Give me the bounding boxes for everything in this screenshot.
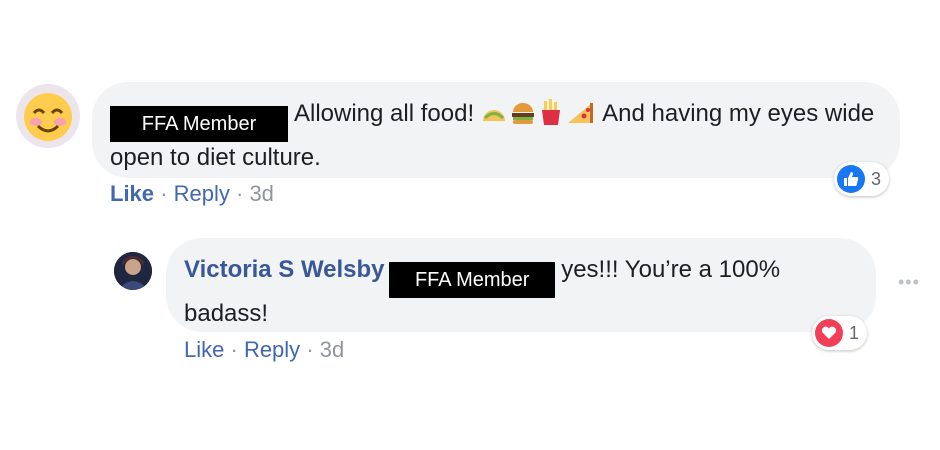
redaction-box: FFA Member	[389, 262, 556, 298]
like-link[interactable]: Like	[110, 181, 154, 206]
comment-text-part1: Allowing all food!	[294, 100, 475, 127]
reaction-summary[interactable]: 3	[834, 162, 890, 196]
reply-avatar[interactable]	[114, 252, 152, 290]
reply-reaction-summary[interactable]: 1	[812, 316, 868, 350]
like-reaction-icon	[837, 165, 865, 193]
redaction-box: FFA Member	[110, 106, 288, 142]
love-reaction-icon	[815, 319, 843, 347]
burger-emoji-icon	[510, 101, 536, 133]
profile-photo-icon	[114, 252, 152, 290]
pizza-emoji-icon	[566, 101, 594, 133]
more-options-icon[interactable]: •••	[898, 272, 920, 293]
comment-bubble: FFA Member Allowing all food! And having …	[92, 82, 900, 178]
reply-reaction-count: 1	[849, 322, 860, 343]
comment-timestamp[interactable]: 3d	[249, 181, 273, 206]
commenter-avatar[interactable]	[16, 84, 80, 148]
reply-link[interactable]: Reply	[174, 181, 230, 206]
comment-actions: Like · Reply · 3d	[110, 181, 274, 206]
reply-link[interactable]: Reply	[244, 337, 300, 362]
reply-bubble: Victoria S Welsby FFA Member yes!!! You’r…	[166, 238, 876, 332]
smiling-face-icon	[24, 93, 72, 141]
reply-actions: Like · Reply · 3d	[184, 337, 345, 362]
like-link[interactable]: Like	[184, 337, 224, 362]
taco-emoji-icon	[481, 102, 507, 133]
reaction-count: 3	[871, 168, 882, 189]
reply-author-name[interactable]: Victoria S Welsby	[184, 256, 385, 283]
reply-timestamp[interactable]: 3d	[320, 337, 344, 362]
fries-emoji-icon	[539, 99, 563, 133]
